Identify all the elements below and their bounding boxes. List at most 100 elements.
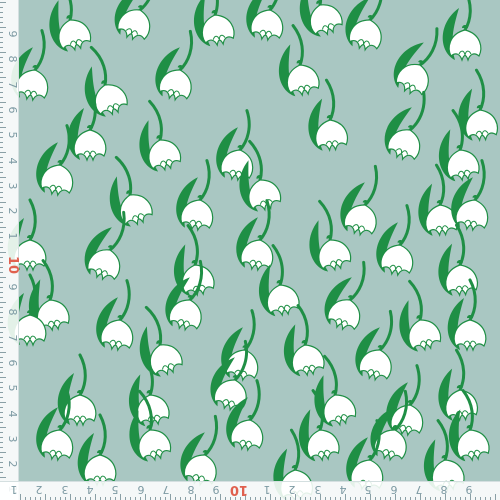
ruler-tick [0, 137, 3, 138]
ruler-number: 6 [390, 483, 397, 496]
ruler-tick [0, 232, 3, 233]
ruler-tick [0, 397, 3, 398]
ruler-number: 9 [6, 30, 19, 38]
ruler-tick [0, 112, 3, 113]
ruler-tick [0, 47, 3, 48]
ruler-tick [0, 207, 3, 208]
ruler-number: 5 [364, 483, 372, 496]
ruler-tick [0, 372, 3, 373]
ruler-number: 3 [61, 483, 69, 496]
ruler-tick [0, 222, 3, 223]
ruler-tick [0, 422, 3, 423]
ruler-tick [0, 357, 3, 358]
ruler-number: 4 [6, 157, 19, 164]
ruler-tick [0, 217, 3, 218]
ruler-tick [0, 377, 6, 378]
ruler-tick [0, 157, 3, 158]
ruler-tick [0, 12, 3, 13]
ruler-tick [0, 192, 3, 193]
ruler-number: 10 [229, 482, 248, 497]
ruler-tick [0, 352, 6, 353]
ruler-number: 8 [6, 308, 19, 316]
ruler-tick [0, 252, 6, 253]
ruler-tick [0, 342, 3, 343]
ruler-tick [0, 22, 3, 23]
ruler-number: 4 [339, 483, 347, 496]
ruler-number: 2 [6, 207, 19, 215]
ruler-tick [0, 2, 6, 3]
ruler-tick [0, 297, 3, 298]
ruler-tick [0, 307, 3, 308]
ruler-number: 5 [111, 483, 119, 496]
ruler-number: 9 [465, 483, 473, 496]
ruler-tick [0, 227, 6, 228]
ruler-tick [0, 42, 3, 43]
ruler-tick [0, 287, 3, 288]
ruler-tick [0, 32, 3, 33]
ruler-tick [0, 322, 3, 323]
ruler-tick [0, 152, 6, 153]
ruler-tick [0, 272, 3, 273]
ruler-number: 8 [6, 55, 19, 63]
ruler-tick [0, 467, 3, 468]
fabric-image: 98765432110987654321 1234567891012345678… [0, 0, 500, 500]
ruler-tick [0, 37, 3, 38]
ruler-number: 1 [6, 232, 19, 240]
ruler-tick [0, 337, 3, 338]
ruler-tick [0, 92, 3, 93]
ruler-number: 7 [162, 483, 170, 496]
ruler-number: 1 [263, 483, 271, 496]
ruler-tick [0, 202, 6, 203]
ruler-number: 4 [6, 410, 19, 417]
ruler-number: 3 [314, 483, 322, 496]
ruler-tick [0, 302, 6, 303]
ruler-tick [0, 247, 3, 248]
ruler-number: 2 [6, 460, 19, 468]
ruler-tick [0, 407, 3, 408]
ruler-number: 3 [6, 182, 19, 190]
ruler-tick [0, 62, 3, 63]
ruler-tick [0, 267, 3, 268]
snowdrop-pattern [0, 0, 500, 500]
ruler-tick [0, 7, 3, 8]
ruler-tick [0, 437, 3, 438]
ruler-tick [0, 72, 3, 73]
ruler-number: 3 [6, 435, 19, 443]
ruler-tick [0, 392, 3, 393]
ruler-number: 8 [187, 483, 195, 496]
ruler-number: 7 [415, 483, 423, 496]
ruler-tick [0, 457, 3, 458]
ruler-number: 4 [86, 483, 94, 496]
ruler-tick [0, 277, 6, 278]
ruler-tick [0, 182, 3, 183]
ruler-tick [0, 332, 3, 333]
ruler-tick [0, 447, 3, 448]
ruler-tick [0, 382, 3, 383]
ruler-tick [0, 427, 6, 428]
ruler-tick [0, 347, 3, 348]
ruler-tick [0, 172, 3, 173]
ruler-number: 9 [212, 483, 220, 496]
ruler-number: 2 [35, 483, 43, 496]
ruler-tick [0, 177, 6, 178]
ruler-tick [0, 262, 3, 263]
ruler-tick [0, 282, 3, 283]
ruler-tick [0, 237, 3, 238]
ruler-number: 8 [440, 483, 448, 496]
ruler-tick [0, 102, 6, 103]
ruler-tick [0, 362, 3, 363]
ruler-number: 10 [5, 255, 20, 274]
ruler-tick [0, 97, 3, 98]
ruler-tick [0, 17, 3, 18]
ruler-number: 9 [6, 283, 19, 291]
ruler-number: 5 [6, 131, 19, 139]
ruler-number: 7 [6, 81, 19, 89]
ruler-tick [0, 432, 3, 433]
ruler-tick [0, 367, 3, 368]
ruler-tick [495, 494, 496, 500]
ruler-number: 1 [10, 483, 18, 496]
ruler-tick [0, 452, 6, 453]
ruler-tick [0, 412, 3, 413]
ruler-tick [0, 187, 3, 188]
ruler-tick [0, 142, 3, 143]
